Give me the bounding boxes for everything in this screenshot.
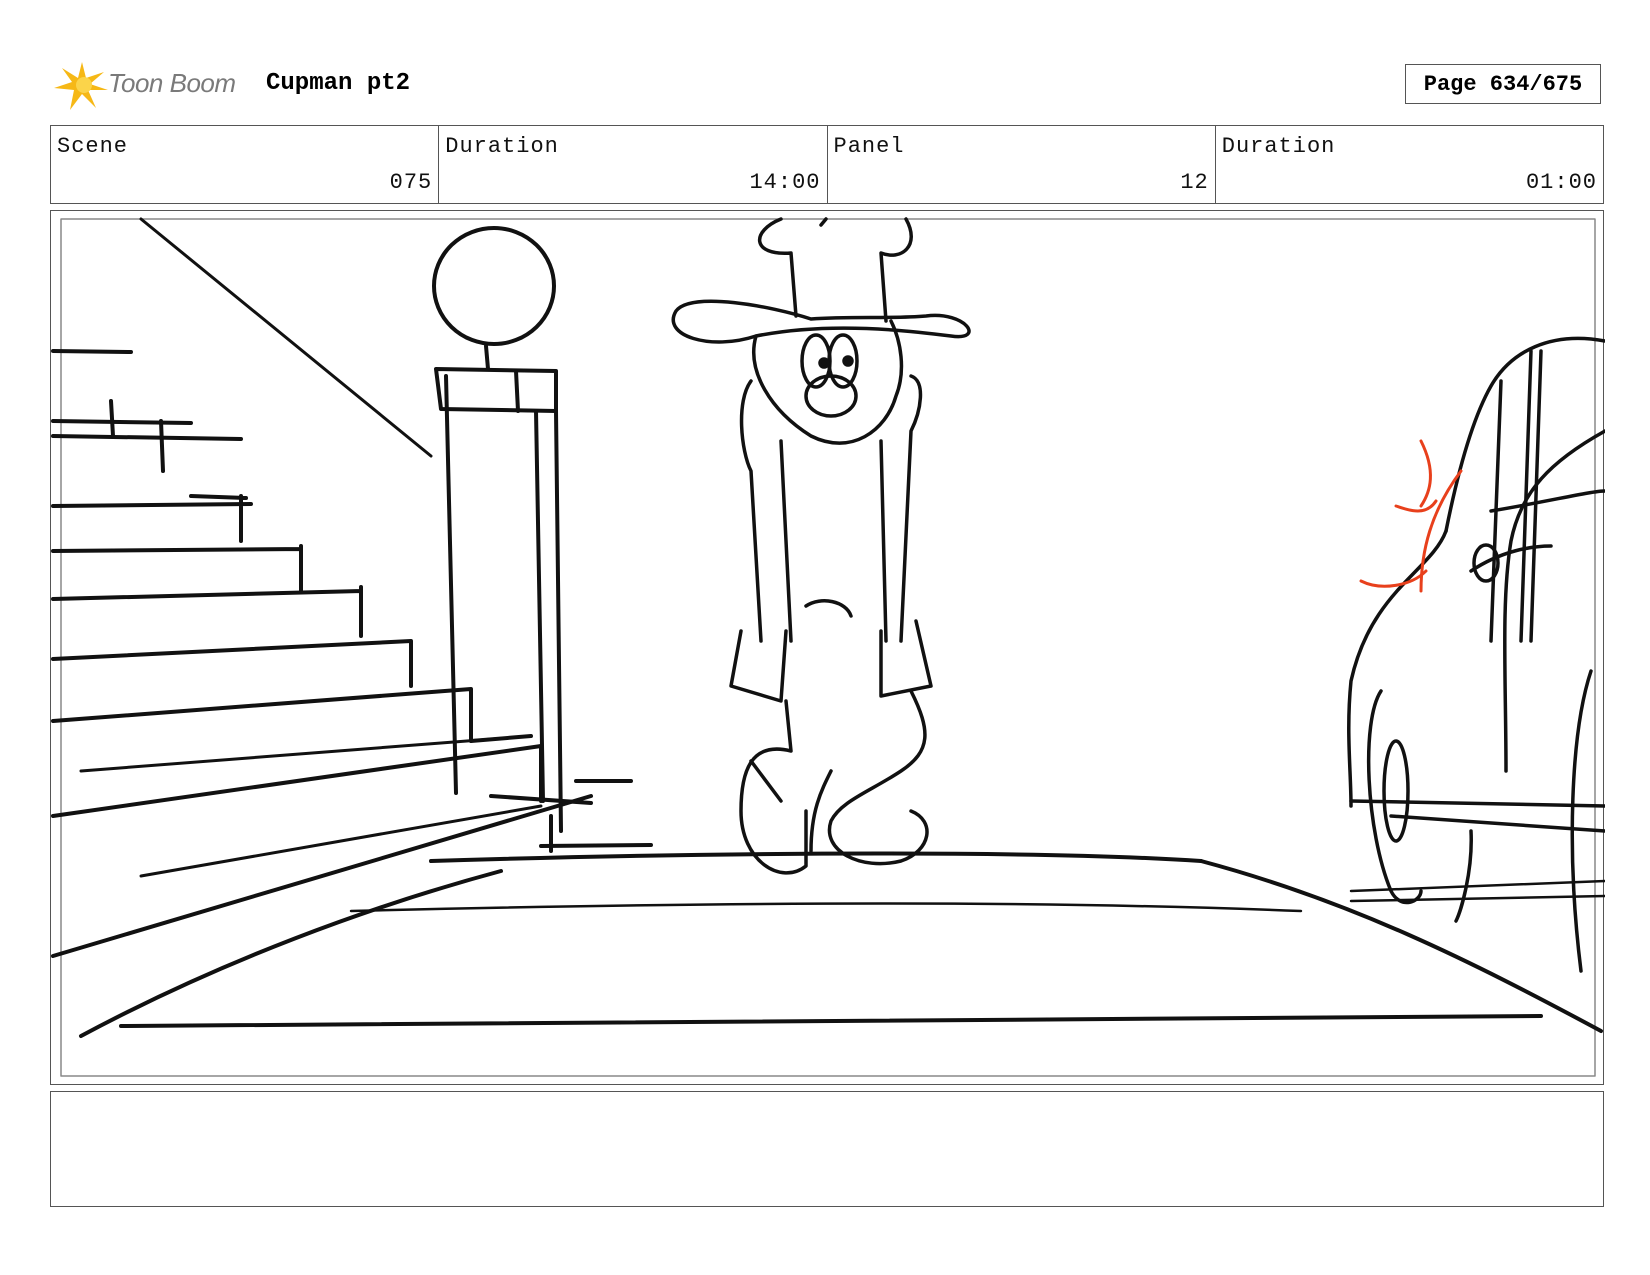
toon-boom-logo: Toon Boom [52,58,248,112]
scene-label: Scene [57,134,129,159]
document-title: Cupman pt2 [266,70,411,97]
panel-label: Panel [833,134,905,159]
scene-cell: Scene 075 [51,126,440,203]
page-number-box: Page 634/675 [1405,64,1601,104]
info-bar: Scene 075 Duration 14:00 Panel 12 Durati… [50,125,1604,204]
panel-cell: Panel 12 [828,126,1216,203]
logo-text: Toon Boom [108,68,236,98]
storyboard-sketch [51,217,1605,1077]
panel-duration-label: Duration [1221,134,1336,159]
panel-duration-value: 01:00 [1525,170,1597,195]
scene-value: 075 [389,170,433,195]
storyboard-panel [50,210,1605,1085]
starburst-icon [54,62,108,110]
scene-duration-value: 14:00 [749,170,821,195]
scene-duration-label: Duration [445,134,559,159]
panel-duration-cell: Duration 01:00 [1216,126,1603,203]
character-sketch [671,217,971,875]
car-sketch [1347,336,1605,973]
staircase-sketch [51,217,593,958]
notes-box [50,1091,1604,1207]
panel-value: 12 [1180,170,1209,195]
page-number: Page 634/675 [1423,71,1583,97]
scene-duration-cell: Duration 14:00 [439,126,828,203]
impact-lines-sketch [1359,439,1463,593]
